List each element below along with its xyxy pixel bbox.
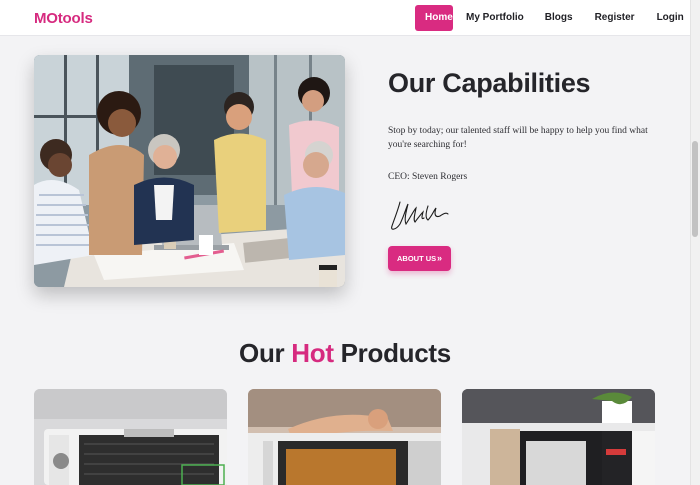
product-card-1[interactable]: [34, 389, 227, 485]
ceo-name: CEO: Steven Rogers: [388, 172, 468, 182]
nav-item-home[interactable]: Home: [415, 5, 453, 31]
main-nav: Home My Portfolio Blogs Register Login: [415, 5, 684, 31]
double-chevron-right-icon: »: [436, 253, 442, 263]
nav-item-register[interactable]: Register: [595, 5, 635, 31]
signature-image: [391, 201, 449, 230]
products-heading: Our Hot Products: [0, 338, 690, 369]
nav-item-login[interactable]: Login: [657, 5, 684, 31]
products-heading-part1: Our: [239, 338, 292, 368]
scrollbar-thumb[interactable]: [692, 141, 698, 237]
team-meeting-illustration: [34, 55, 345, 287]
capabilities-description: Stop by today; our talented staff will b…: [388, 126, 648, 150]
microwave-image-1: [34, 389, 227, 485]
product-card-2[interactable]: [248, 389, 441, 485]
nav-item-blogs[interactable]: Blogs: [545, 5, 573, 31]
products-heading-part2: Products: [333, 338, 452, 368]
about-us-label: ABOUT US: [397, 254, 437, 263]
microwave-image-2: [248, 389, 441, 485]
products-heading-highlight: Hot: [291, 338, 334, 368]
product-card-3[interactable]: [462, 389, 655, 485]
page-scrollbar[interactable]: [690, 0, 700, 485]
microwave-image-3: [462, 389, 655, 485]
about-us-button[interactable]: ABOUT US »: [388, 246, 451, 271]
nav-item-my-portfolio[interactable]: My Portfolio: [466, 5, 524, 31]
top-navbar: MOtools Home My Portfolio Blogs Register…: [0, 0, 690, 36]
team-meeting-photo: [34, 55, 345, 287]
brand-logo[interactable]: MOtools: [34, 10, 93, 27]
capabilities-heading: Our Capabilities: [388, 68, 591, 98]
